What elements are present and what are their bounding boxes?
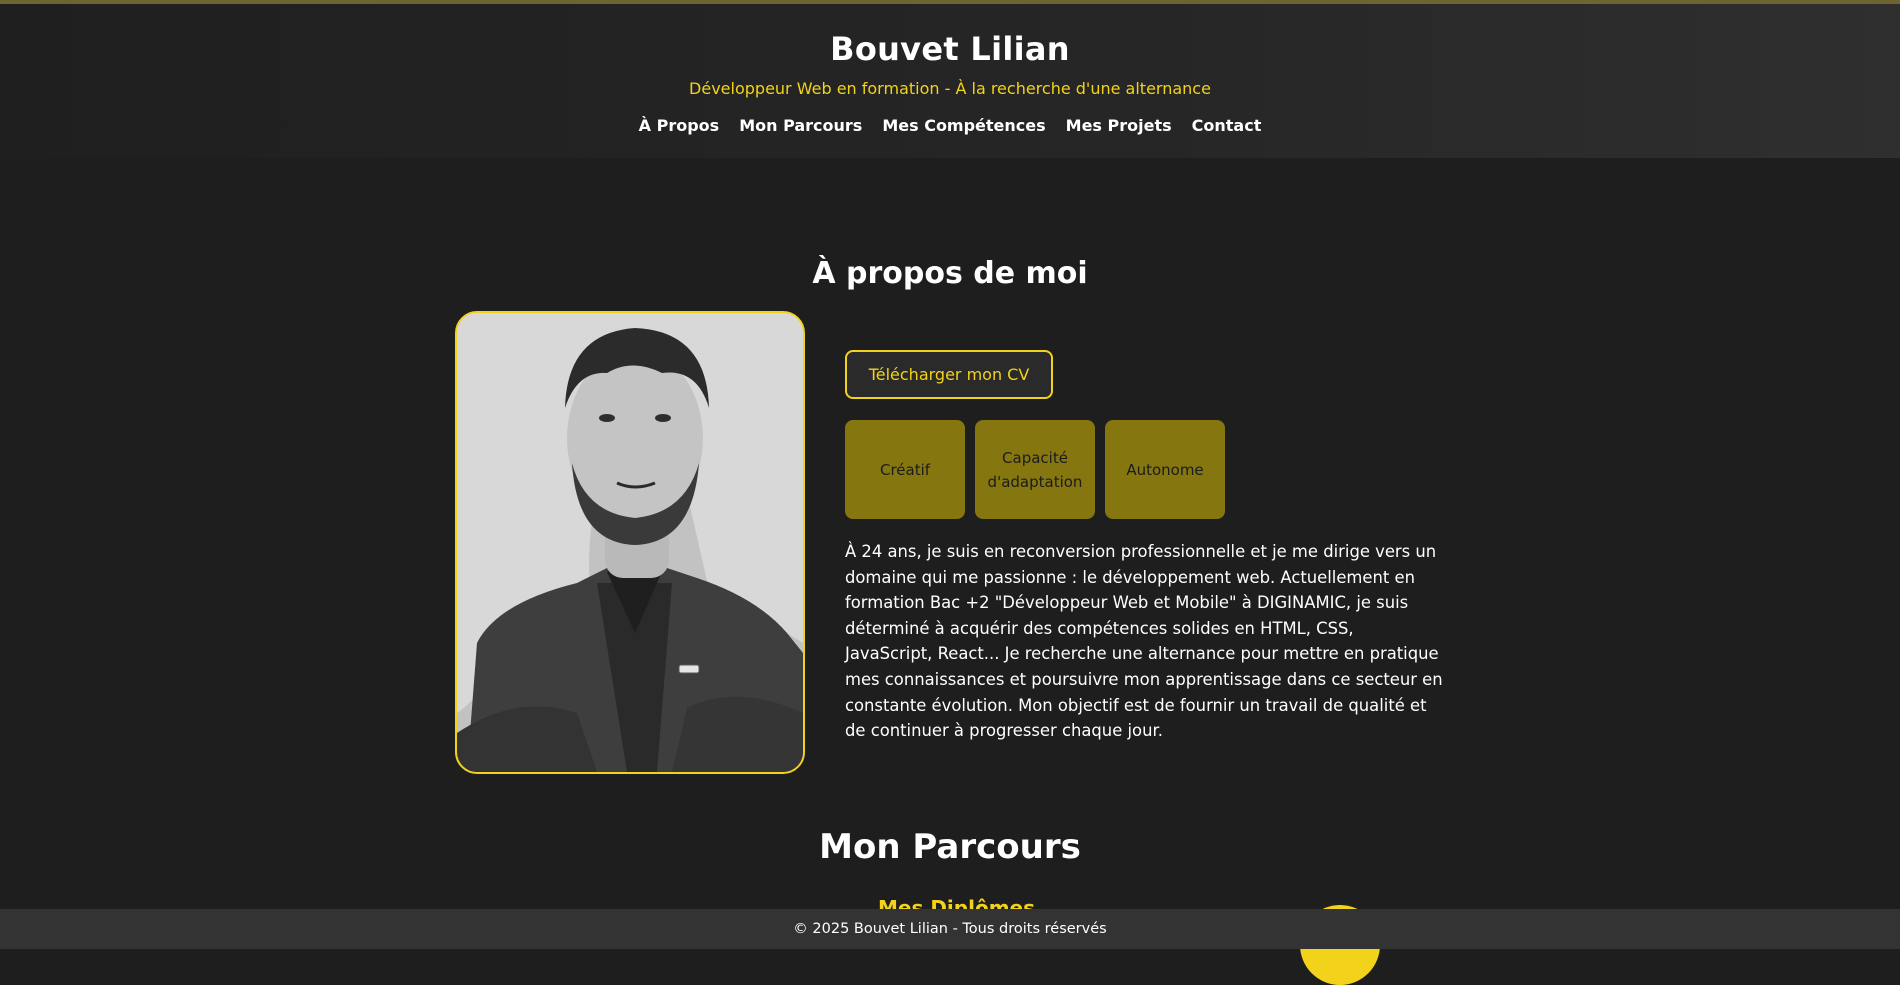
site-subtitle: Développeur Web en formation - À la rech…: [689, 79, 1211, 98]
parcours-section-title: Mon Parcours: [819, 827, 1081, 867]
main-nav: À Propos Mon Parcours Mes Compétences Me…: [0, 116, 1900, 135]
footer-copyright: © 2025 Bouvet Lilian - Tous droits réser…: [793, 921, 1107, 937]
download-cv-button[interactable]: Télécharger mon CV: [845, 350, 1053, 399]
nav-link-mes-projets[interactable]: Mes Projets: [1066, 116, 1172, 135]
trait-card-autonome: Autonome: [1105, 420, 1225, 519]
site-header: Bouvet Lilian Développeur Web en formati…: [0, 4, 1900, 158]
profile-photo-illustration: [457, 313, 803, 772]
site-footer: © 2025 Bouvet Lilian - Tous droits réser…: [0, 909, 1900, 949]
nav-link-mes-competences[interactable]: Mes Compétences: [882, 116, 1045, 135]
profile-photo: [455, 311, 805, 774]
nav-link-mon-parcours[interactable]: Mon Parcours: [739, 116, 862, 135]
nav-link-contact[interactable]: Contact: [1192, 116, 1262, 135]
trait-card-adaptation: Capacité d'adaptation: [975, 420, 1095, 519]
about-section-title: À propos de moi: [812, 256, 1088, 291]
traits-list: Créatif Capacité d'adaptation Autonome: [845, 420, 1225, 519]
nav-link-a-propos[interactable]: À Propos: [639, 116, 720, 135]
site-title: Bouvet Lilian: [830, 30, 1070, 68]
trait-card-creatif: Créatif: [845, 420, 965, 519]
about-bio-text: À 24 ans, je suis en reconversion profes…: [845, 542, 1443, 741]
